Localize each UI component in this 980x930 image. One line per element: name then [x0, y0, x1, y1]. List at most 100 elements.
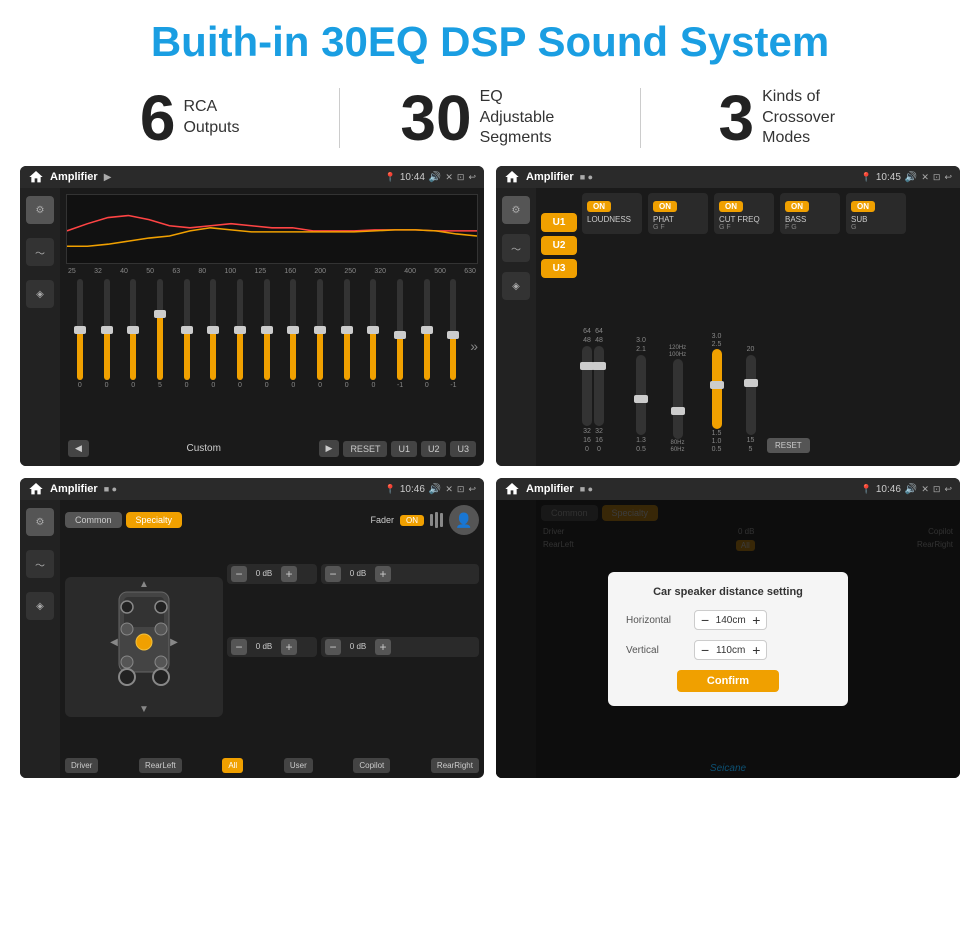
db-minus-mr[interactable]: −	[325, 639, 341, 655]
sidebar-wave-icon[interactable]: 〜	[26, 238, 54, 266]
eq-slider-14[interactable]: -1	[442, 279, 466, 389]
ch-u1-btn[interactable]: U1	[541, 213, 577, 232]
phat-module: ON PHAT G F	[648, 193, 708, 234]
eq-slider-10[interactable]: 0	[335, 279, 359, 389]
eq-slider-5[interactable]: 0	[201, 279, 225, 389]
bass-slider[interactable]	[712, 349, 722, 429]
eq-slider-6[interactable]: 0	[228, 279, 252, 389]
sidebar-icon-s3-1[interactable]: ⚙	[26, 508, 54, 536]
db-plus-ml[interactable]: +	[281, 639, 297, 655]
horizontal-plus-btn[interactable]: +	[752, 613, 760, 627]
dialog-overlay: Car speaker distance setting Horizontal …	[496, 500, 960, 778]
db-plus-tl[interactable]: +	[281, 566, 297, 582]
horizontal-minus-btn[interactable]: −	[701, 613, 709, 627]
ch-u2-btn[interactable]: U2	[541, 236, 577, 255]
home-icon-1[interactable]	[28, 169, 44, 185]
eq-slider-13[interactable]: 0	[415, 279, 439, 389]
phat-on-btn[interactable]: ON	[653, 201, 677, 212]
phat-label: PHAT	[653, 215, 703, 224]
loudness-on-btn[interactable]: ON	[587, 201, 611, 212]
loudness-slider-2[interactable]	[594, 346, 604, 426]
loudness-slider-1[interactable]	[582, 346, 592, 426]
sub-module: ON SUB G	[846, 193, 906, 234]
screen-speaker: Amplifier ■ ● 📍 10:46 🔊 ✕ ⊡ ↩ ⚙ 〜 ◈	[20, 478, 484, 778]
vertical-plus-btn[interactable]: +	[752, 643, 760, 657]
db-minus-tr[interactable]: −	[325, 566, 341, 582]
reset-btn-2[interactable]: RESET	[767, 438, 810, 453]
rec-dot-2: ■ ●	[580, 172, 593, 182]
copilot-btn-3[interactable]: Copilot	[353, 758, 390, 773]
volume-icon-4: 🔊	[905, 484, 917, 495]
phat-slider[interactable]	[636, 355, 646, 435]
status-right-1: 📍 10:44 🔊 ✕ ⊡ ↩	[385, 172, 476, 183]
cutfreq-module: ON CUT FREQ G F	[714, 193, 774, 234]
user-btn-3[interactable]: User	[284, 758, 313, 773]
mode-label: Custom	[93, 443, 315, 454]
sidebar-icon-s3-2[interactable]: 〜	[26, 550, 54, 578]
all-btn-3[interactable]: All	[222, 758, 243, 773]
status-bar-1: Amplifier ▶ 📍 10:44 🔊 ✕ ⊡ ↩	[20, 166, 484, 188]
eq-slider-2[interactable]: 0	[121, 279, 145, 389]
prev-btn[interactable]: ◀	[68, 440, 89, 457]
eq-slider-7[interactable]: 0	[255, 279, 279, 389]
fader-on-btn-3[interactable]: ON	[400, 515, 424, 526]
u2-btn-1[interactable]: U2	[421, 441, 447, 457]
sidebar-icon-s2-2[interactable]: 〜	[502, 234, 530, 262]
specialty-tab-3[interactable]: Specialty	[126, 512, 183, 528]
next-btn[interactable]: ▶	[319, 440, 340, 457]
db-val-tl: 0 dB	[250, 569, 278, 578]
eq-slider-0[interactable]: 0	[68, 279, 92, 389]
eq-slider-8[interactable]: 0	[282, 279, 306, 389]
db-plus-mr[interactable]: +	[375, 639, 391, 655]
expand-arrows[interactable]: »	[470, 279, 478, 433]
screen2-main: U1 U2 U3 ON LOUDNESS ON PHAT G F	[536, 188, 960, 466]
eq-slider-4[interactable]: 0	[175, 279, 199, 389]
eq-slider-11[interactable]: 0	[362, 279, 386, 389]
sub-slider[interactable]	[746, 355, 756, 435]
screen-dialog: Amplifier ■ ● 📍 10:46 🔊 ✕ ⊡ ↩ Common Spe…	[496, 478, 960, 778]
crossover-number: 3	[719, 86, 755, 150]
sidebar-icon-s2-3[interactable]: ◈	[502, 272, 530, 300]
eq-slider-3[interactable]: 5	[148, 279, 172, 389]
cutfreq-gf: G F	[719, 224, 769, 231]
expand-icon-1: ⊡	[457, 172, 465, 183]
volume-icon-3: 🔊	[429, 484, 441, 495]
home-icon-2[interactable]	[504, 169, 520, 185]
close-icon-4: ✕	[921, 484, 929, 495]
db-val-mr: 0 dB	[344, 642, 372, 651]
driver-btn-3[interactable]: Driver	[65, 758, 98, 773]
cutfreq-sliders: 120Hz 100Hz 80Hz 60Hz	[660, 345, 695, 453]
db-minus-ml[interactable]: −	[231, 639, 247, 655]
status-right-4: 📍 10:46 🔊 ✕ ⊡ ↩	[861, 484, 952, 495]
cutfreq-slider[interactable]	[673, 359, 683, 439]
eq-slider-9[interactable]: 0	[308, 279, 332, 389]
common-tab-3[interactable]: Common	[65, 512, 122, 528]
phat-sliders: 3.0 2.1 1.3 0.5	[626, 337, 656, 453]
time-2: 10:45	[876, 172, 901, 183]
u3-btn-1[interactable]: U3	[450, 441, 476, 457]
home-icon-4[interactable]	[504, 481, 520, 497]
db-plus-tr[interactable]: +	[375, 566, 391, 582]
u1-btn-1[interactable]: U1	[391, 441, 417, 457]
profile-icon-3[interactable]: 👤	[449, 505, 479, 535]
home-icon-3[interactable]	[28, 481, 44, 497]
location-icon-3: 📍	[385, 484, 396, 495]
db-minus-tl[interactable]: −	[231, 566, 247, 582]
sub-on-btn[interactable]: ON	[851, 201, 875, 212]
sidebar-icon-s3-3[interactable]: ◈	[26, 592, 54, 620]
reset-btn-1[interactable]: RESET	[343, 441, 387, 457]
confirm-btn[interactable]: Confirm	[677, 670, 779, 692]
bass-on-btn[interactable]: ON	[785, 201, 809, 212]
sidebar-speaker-icon[interactable]: ◈	[26, 280, 54, 308]
vertical-minus-btn[interactable]: −	[701, 643, 709, 657]
ch-u3-btn[interactable]: U3	[541, 259, 577, 278]
eq-slider-1[interactable]: 0	[95, 279, 119, 389]
rearright-btn-3[interactable]: RearRight	[431, 758, 479, 773]
cutfreq-on-btn[interactable]: ON	[719, 201, 743, 212]
sidebar-icon-s2-1[interactable]: ⚙	[502, 196, 530, 224]
svg-text:▼: ▼	[139, 704, 149, 715]
sidebar-eq-icon[interactable]: ⚙	[26, 196, 54, 224]
svg-text:◀: ◀	[110, 637, 118, 648]
eq-slider-12[interactable]: -1	[388, 279, 412, 389]
rearleft-btn-3[interactable]: RearLeft	[139, 758, 182, 773]
